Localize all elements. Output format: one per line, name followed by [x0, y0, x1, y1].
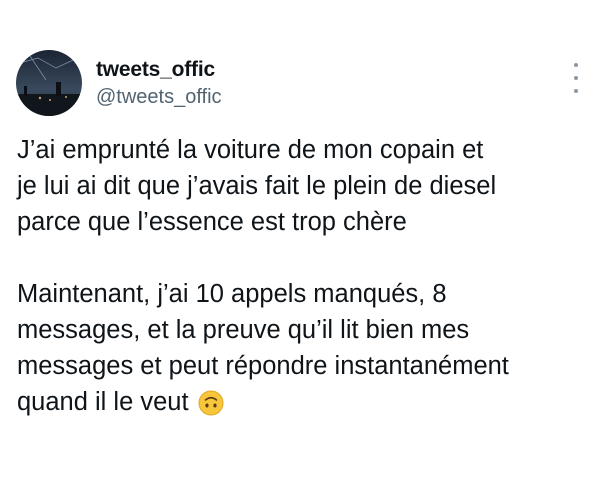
display-name[interactable]: tweets_offic — [96, 58, 215, 82]
dot — [574, 76, 578, 80]
tweet-text: J’ai emprunté la voiture de mon copain e… — [17, 132, 592, 426]
tweet-line-last: quand il le veut — [17, 384, 592, 426]
tweet-line: parce que l’essence est trop chère — [17, 208, 407, 236]
tweet-line: Maintenant, j’ai 10 appels manqués, 8 — [17, 280, 447, 308]
user-handle[interactable]: @tweets_offic — [96, 86, 222, 109]
tweet-line-text: quand il le veut — [17, 388, 189, 416]
tweet-line: je lui ai dit que j’avais fait le plein … — [17, 172, 497, 200]
avatar[interactable] — [16, 50, 82, 116]
tweet-line: J’ai emprunté la voiture de mon copain e… — [17, 136, 484, 164]
tweet-card: tweets_offic @tweets_offic J’ai emprunté… — [0, 0, 600, 497]
tweet-line: messages et peut répondre instantanément — [17, 352, 509, 380]
dot — [574, 63, 578, 67]
more-vertical-icon[interactable] — [570, 63, 582, 93]
tweet-line: messages, et la preuve qu’il lit bien me… — [17, 316, 470, 344]
upside-down-face-emoji-icon — [198, 390, 224, 426]
avatar-night-scene-icon — [16, 50, 82, 116]
dot — [574, 89, 578, 93]
